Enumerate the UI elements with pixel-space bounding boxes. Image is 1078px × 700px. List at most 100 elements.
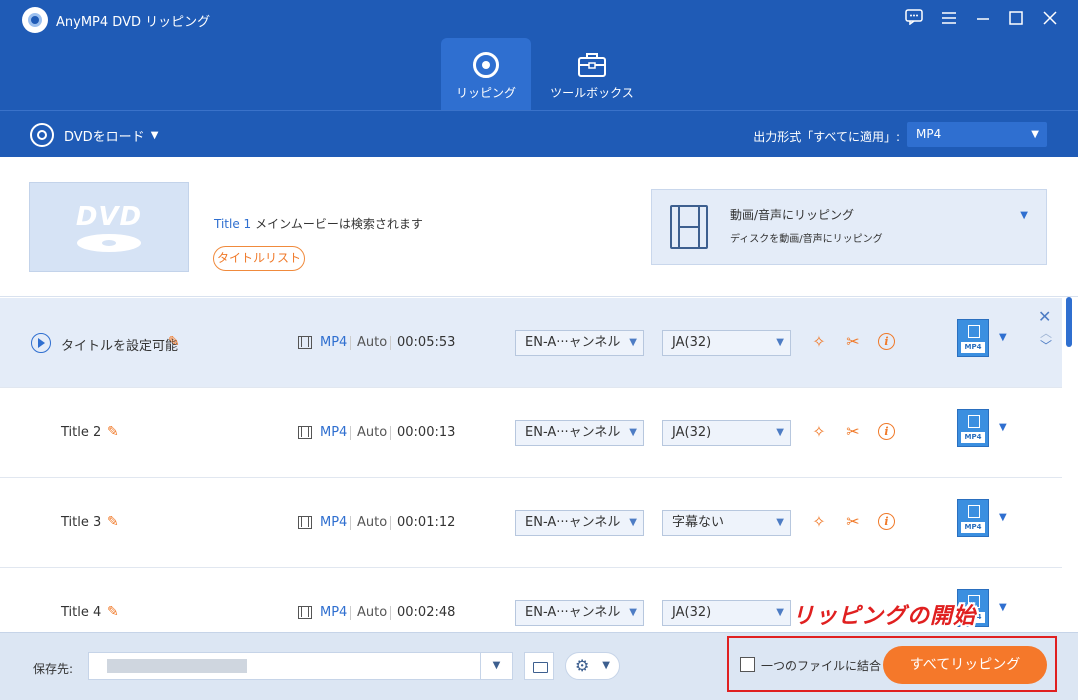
divider [390, 606, 391, 620]
rip-mode-select[interactable]: 動画/音声にリッピング ディスクを動画/音声にリッピング ▼ [651, 189, 1047, 265]
info-icon[interactable]: i [878, 513, 895, 530]
film-icon [298, 426, 312, 439]
audio-track-select[interactable]: EN-A···ャンネル ▼ [515, 420, 644, 446]
maximize-icon[interactable] [1003, 7, 1029, 33]
info-icon[interactable]: i [878, 333, 895, 350]
output-format-select[interactable]: MP4 ▼ [907, 122, 1047, 147]
edit-icon[interactable]: ✎ [168, 334, 184, 350]
settings-button[interactable]: ⚙ ▼ [565, 652, 620, 680]
chevron-down-icon[interactable]: ▼ [999, 512, 1007, 523]
main-title-info: Title 1 メインムービーは検索されます [214, 215, 423, 232]
divider [350, 426, 351, 440]
dvd-logo: DVD [75, 202, 143, 232]
edit-icon[interactable]: ✎ [107, 514, 123, 530]
chevron-down-icon: ▼ [776, 337, 784, 348]
chevron-down-icon[interactable]: ▼ [480, 653, 512, 679]
title-quality: Auto [357, 425, 388, 440]
audio-track-select[interactable]: EN-A···ャンネル ▼ [515, 330, 644, 356]
minimize-icon[interactable] [970, 7, 996, 33]
divider [350, 516, 351, 530]
move-down-icon[interactable]: ﹀ [1040, 337, 1052, 354]
audio-track-select[interactable]: EN-A···ャンネル ▼ [515, 600, 644, 626]
play-icon[interactable] [31, 333, 51, 353]
cut-icon[interactable]: ✂ [842, 421, 864, 443]
scrollbar[interactable] [1066, 297, 1072, 347]
enhance-icon[interactable]: ✧ [808, 421, 830, 443]
enhance-icon[interactable]: ✧ [808, 331, 830, 353]
main-panel: DVD Title 1 メインムービーは検索されます タイトルリスト 動画/音声に… [0, 157, 1078, 632]
title-name: タイトルを設定可能 [61, 339, 179, 354]
divider [0, 296, 1078, 297]
cut-icon[interactable]: ✂ [842, 331, 864, 353]
main-title-name: Title 1 [214, 217, 252, 231]
subtitle-value: JA(32) [672, 425, 712, 440]
subtitle-select[interactable]: JA(32) ▼ [662, 330, 791, 356]
chevron-down-icon[interactable]: ▼ [999, 422, 1007, 433]
subtitle-select[interactable]: 字幕ない ▼ [662, 510, 791, 536]
subtitle-select[interactable]: JA(32) ▼ [662, 420, 791, 446]
title-list-button[interactable]: タイトルリスト [213, 246, 305, 271]
title-name: Title 3 [61, 515, 102, 530]
open-folder-button[interactable] [524, 652, 554, 680]
menu-icon[interactable] [936, 7, 962, 33]
output-format-button[interactable]: MP4 [957, 319, 989, 357]
chevron-down-icon: ▼ [150, 129, 159, 141]
title-format: MP4 [320, 605, 348, 620]
load-dvd-label: DVDをロード [64, 129, 145, 145]
film-icon [670, 205, 708, 249]
output-format-badge: MP4 [961, 522, 985, 533]
chevron-down-icon: ▼ [1031, 129, 1039, 140]
film-icon [298, 606, 312, 619]
chevron-down-icon: ▼ [629, 517, 637, 528]
divider [350, 606, 351, 620]
toolbox-icon [578, 53, 606, 77]
rip-mode-subtitle: ディスクを動画/音声にリッピング [730, 234, 883, 245]
enhance-icon[interactable]: ✧ [808, 511, 830, 533]
title-format: MP4 [320, 425, 348, 440]
subtitle-value: JA(32) [672, 335, 712, 350]
tab-toolbox[interactable]: ツールボックス [547, 38, 637, 110]
dvd-thumbnail: DVD [29, 182, 189, 272]
title-bar: AnyMP4 DVD リッピング リッピング ツールボックス [0, 0, 1078, 110]
save-location-label: 保存先: [33, 662, 74, 676]
cut-icon[interactable]: ✂ [842, 511, 864, 533]
edit-icon[interactable]: ✎ [107, 424, 123, 440]
title-row[interactable]: タイトルを設定可能 ✎ MP4 Auto 00:05:53 EN-A···ャンネ… [0, 298, 1062, 388]
app-logo-icon [22, 7, 48, 33]
film-icon [298, 336, 312, 349]
divider [390, 516, 391, 530]
output-format-badge: MP4 [961, 432, 985, 443]
chevron-down-icon[interactable]: ▼ [999, 602, 1007, 613]
title-name: Title 4 [61, 605, 102, 620]
output-format-button[interactable]: MP4 [957, 409, 989, 447]
chevron-down-icon: ▼ [776, 607, 784, 618]
output-format-label: 出力形式「すべてに適用」: [753, 130, 900, 144]
output-format-badge: MP4 [961, 342, 985, 353]
subtitle-value: 字幕ない [672, 515, 725, 530]
chevron-down-icon[interactable]: ▼ [999, 332, 1007, 343]
tab-ripper[interactable]: リッピング [441, 38, 531, 110]
audio-track-select[interactable]: EN-A···ャンネル ▼ [515, 510, 644, 536]
chevron-down-icon: ▼ [629, 607, 637, 618]
dvd-disc-icon [77, 234, 141, 252]
title-row[interactable]: Title 3 ✎ MP4 Auto 00:01:12 EN-A···ャンネル ▼… [0, 478, 1062, 568]
subtitle-value: JA(32) [672, 605, 712, 620]
save-path-field[interactable]: ▼ [88, 652, 513, 680]
title-duration: 00:01:12 [397, 515, 456, 530]
edit-icon[interactable]: ✎ [107, 604, 123, 620]
close-icon[interactable] [1037, 7, 1063, 33]
output-format-button[interactable]: MP4 [957, 499, 989, 537]
disc-icon [30, 123, 54, 147]
load-dvd-button[interactable]: DVDをロード ▼ [30, 123, 158, 147]
title-row[interactable]: Title 2 ✎ MP4 Auto 00:00:13 EN-A···ャンネル ▼… [0, 388, 1062, 478]
chevron-down-icon: ▼ [602, 660, 610, 671]
film-icon [298, 516, 312, 529]
divider [390, 336, 391, 350]
info-icon[interactable]: i [878, 423, 895, 440]
title-format: MP4 [320, 515, 348, 530]
feedback-icon[interactable] [901, 7, 927, 33]
divider [350, 336, 351, 350]
title-duration: 00:00:13 [397, 425, 456, 440]
subtitle-select[interactable]: JA(32) ▼ [662, 600, 791, 626]
title-quality: Auto [357, 605, 388, 620]
